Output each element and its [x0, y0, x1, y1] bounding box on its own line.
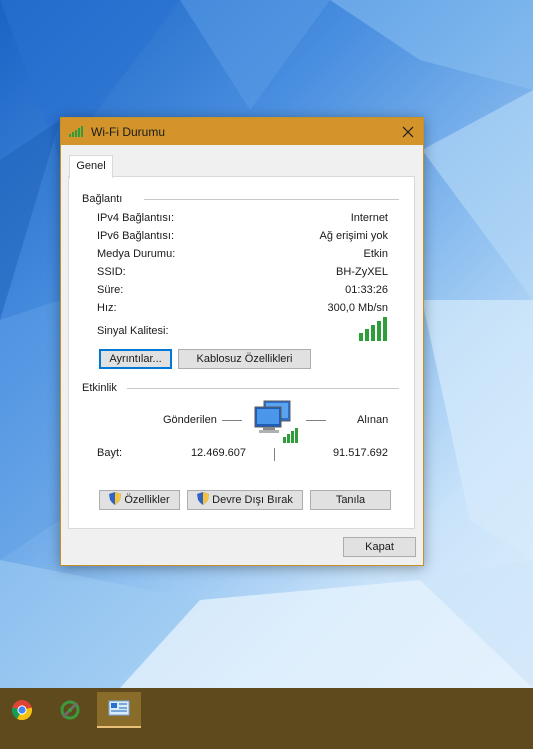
speed-value: 300,0 Mb/sn — [327, 302, 388, 314]
received-line — [306, 420, 326, 421]
tool-icon[interactable] — [48, 692, 92, 728]
ipv4-value: Internet — [350, 212, 388, 224]
duration-value: 01:33:26 — [345, 284, 388, 296]
connection-heading: Bağlantı — [82, 193, 123, 205]
divider — [144, 199, 399, 200]
diagnose-button[interactable]: Tanıla — [310, 490, 391, 510]
taskbar — [0, 688, 533, 749]
ipv6-label: IPv6 Bağlantısı: — [97, 230, 175, 242]
chrome-icon[interactable] — [0, 692, 44, 728]
close-button[interactable]: Kapat — [343, 537, 416, 557]
uac-shield-icon — [197, 492, 210, 508]
tab-general[interactable]: Genel — [69, 155, 113, 178]
bytes-sent-value: 12.469.607 — [190, 447, 246, 459]
uac-shield-icon — [109, 492, 122, 508]
wifi-signal-icon — [69, 125, 85, 140]
ssid-value: BH-ZyXEL — [336, 266, 388, 278]
ssid-label: SSID: — [97, 266, 126, 278]
signal-quality-label: Sinyal Kalitesi: — [97, 325, 169, 337]
sent-line — [222, 420, 242, 421]
network-status-icon[interactable] — [97, 692, 141, 728]
disable-button[interactable]: Devre Dışı Bırak — [187, 490, 303, 510]
signal-strength-icon — [359, 317, 389, 344]
media-state-label: Medya Durumu: — [97, 248, 176, 260]
media-state-value: Etkin — [363, 248, 388, 260]
wireless-properties-button[interactable]: Kablosuz Özellikleri — [178, 349, 311, 369]
window-title: Wi-Fi Durumu — [91, 125, 165, 139]
general-tab-panel: Bağlantı IPv4 Bağlantısı: Internet IPv6 … — [68, 176, 415, 529]
bytes-received-value: 91.517.692 — [332, 447, 388, 459]
properties-button[interactable]: Özellikler — [99, 490, 180, 510]
activity-heading: Etkinlik — [82, 382, 117, 394]
ipv6-value: Ağ erişimi yok — [319, 230, 388, 242]
close-icon[interactable] — [393, 118, 423, 145]
received-label: Alınan — [357, 414, 389, 426]
divider — [127, 388, 399, 389]
duration-label: Süre: — [97, 284, 124, 296]
details-button[interactable]: Ayrıntılar... — [99, 349, 172, 369]
bytes-separator — [274, 448, 275, 461]
ipv4-label: IPv4 Bağlantısı: — [97, 212, 175, 224]
sent-label: Gönderilen — [163, 414, 217, 426]
wifi-status-dialog: Wi-Fi Durumu Genel Bağlantı IPv4 Bağlant… — [60, 117, 424, 566]
speed-label: Hız: — [97, 302, 117, 314]
properties-button-label: Özellikler — [124, 494, 170, 506]
disable-button-label: Devre Dışı Bırak — [212, 494, 293, 506]
network-computers-icon — [253, 399, 301, 448]
bytes-label: Bayt: — [97, 447, 123, 459]
title-bar[interactable]: Wi-Fi Durumu — [61, 118, 423, 145]
